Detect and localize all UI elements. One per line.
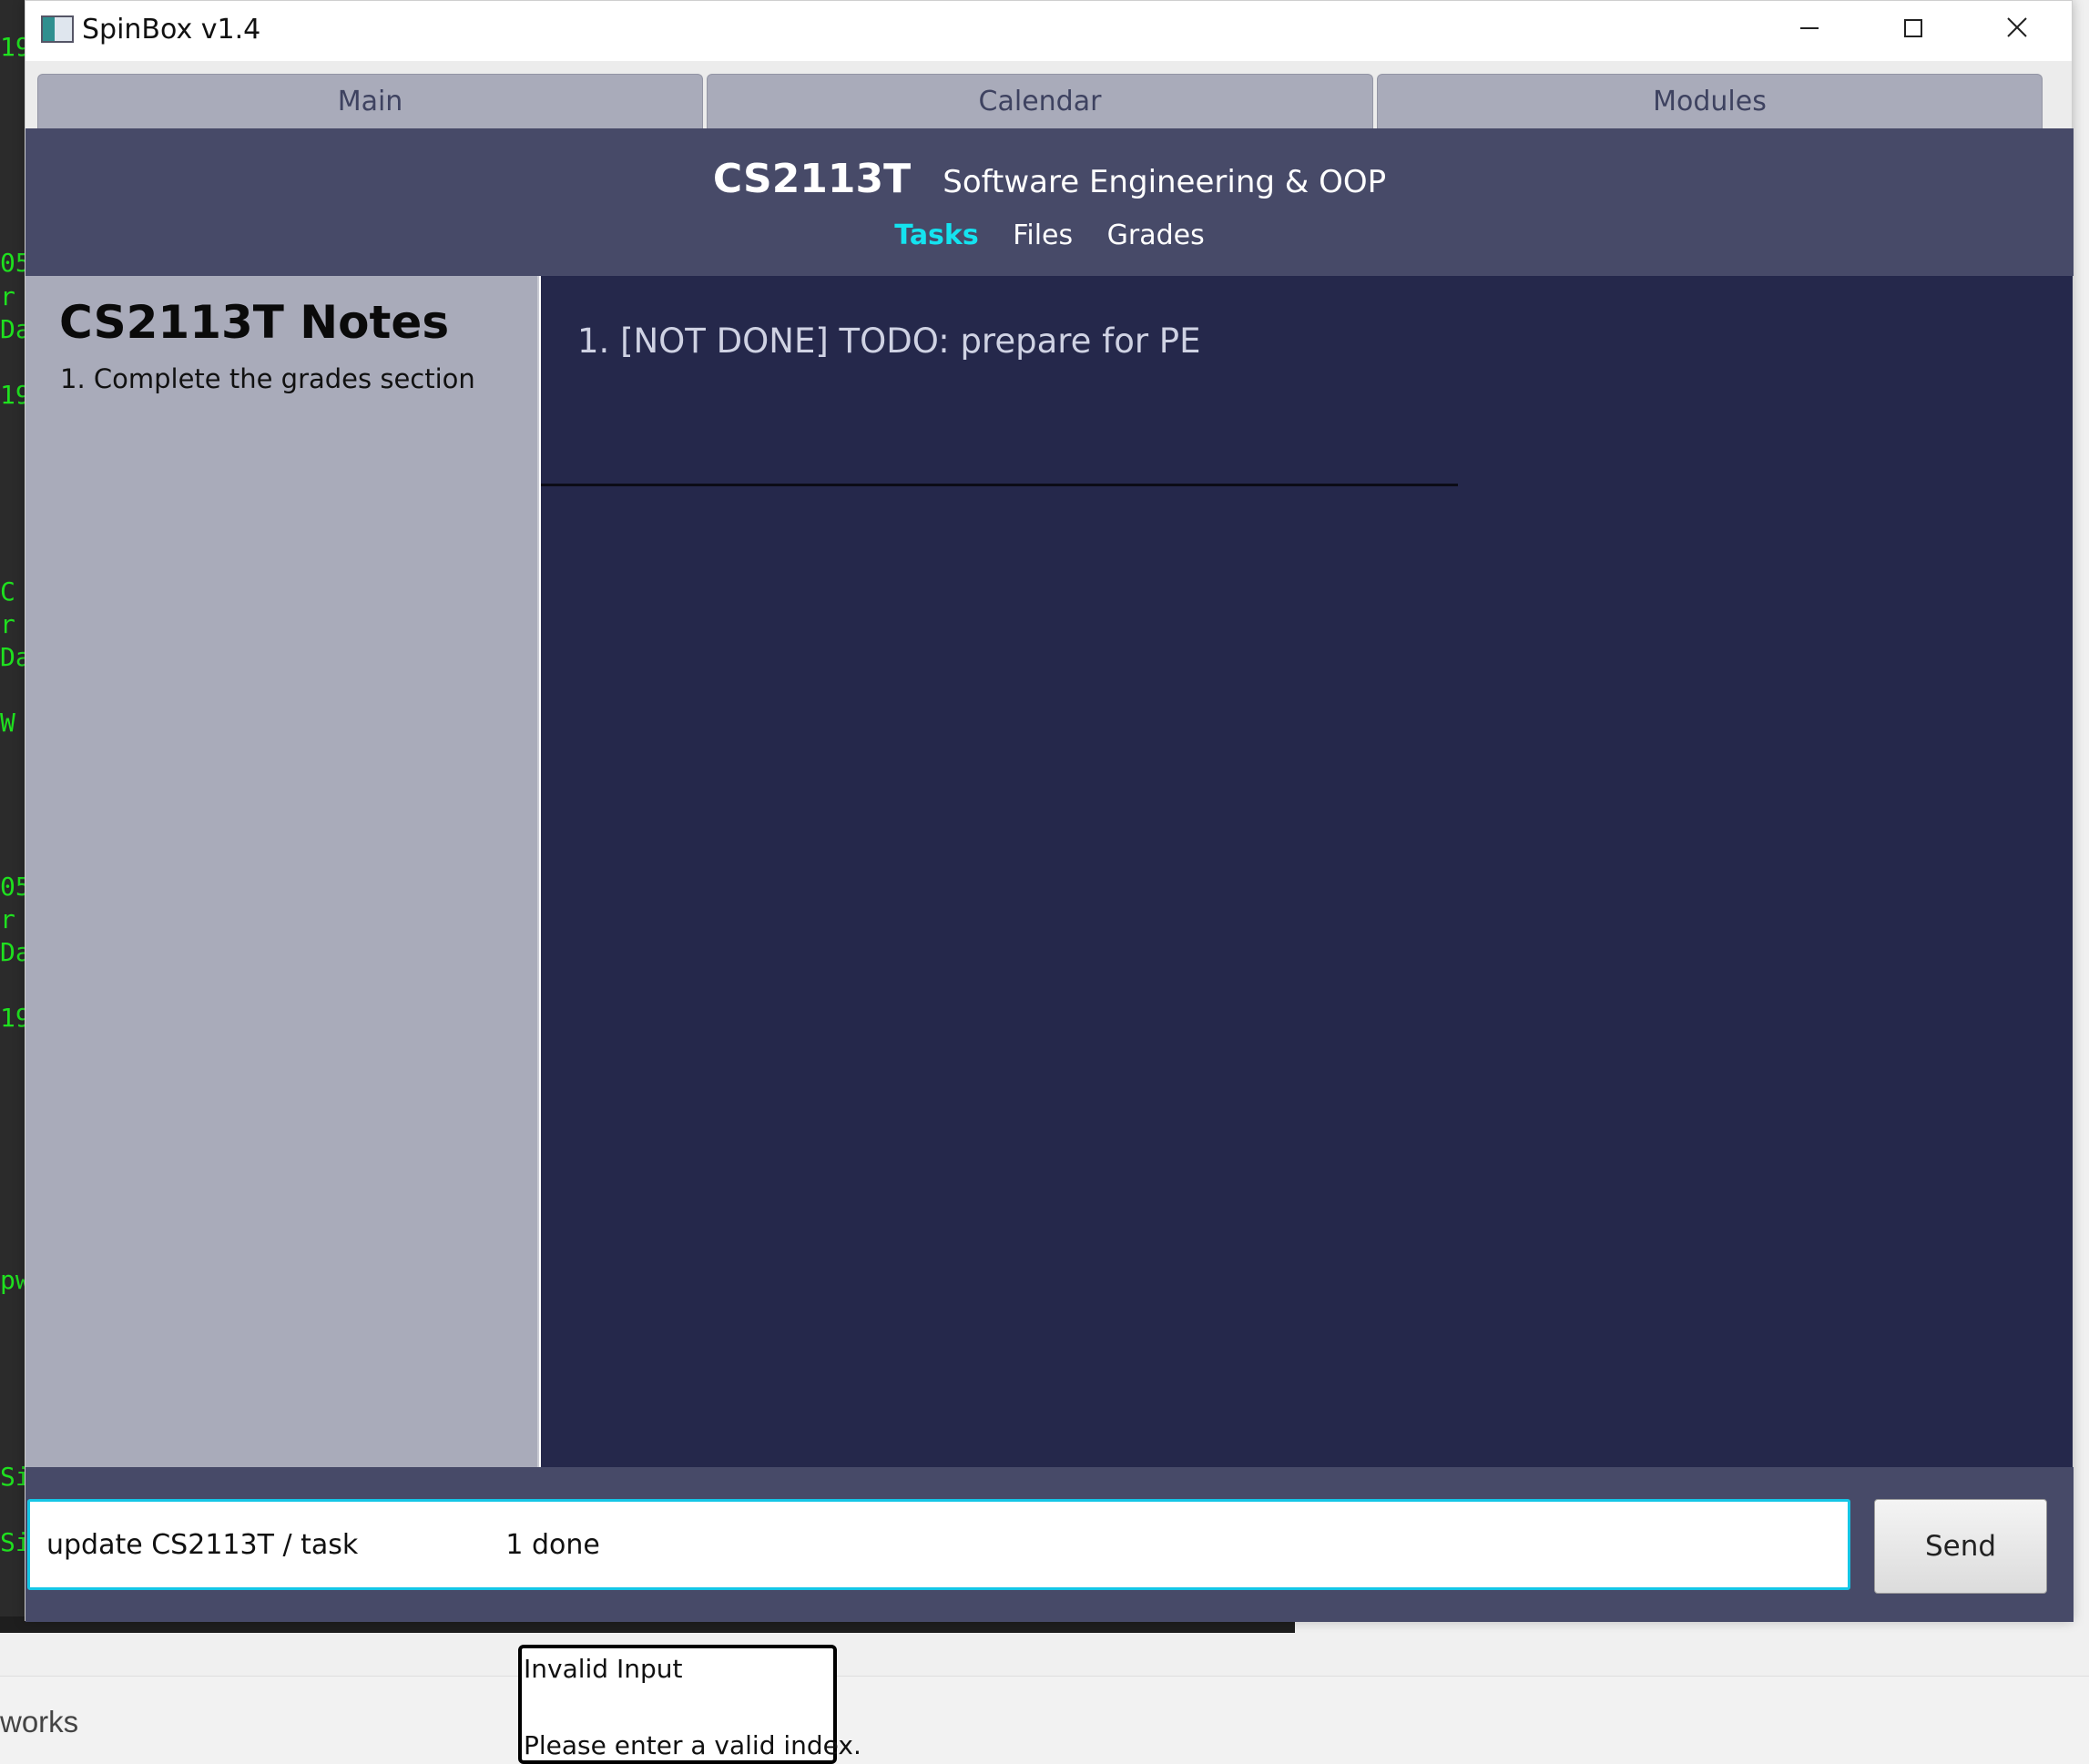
app-window: SpinBox v1.4 Main Calendar Modules CS211… bbox=[25, 0, 2074, 1622]
terminal-line: W bbox=[0, 708, 15, 738]
send-button-label: Send bbox=[1924, 1530, 1997, 1563]
app-icon bbox=[41, 15, 74, 43]
module-header: CS2113T Software Engineering & OOP Tasks… bbox=[25, 128, 2074, 276]
taskbar-strip bbox=[0, 1676, 2089, 1764]
tasks-panel: 1. [NOT DONE] TODO: prepare for PE bbox=[541, 276, 2073, 1467]
popup-message: Please enter a valid index. bbox=[524, 1730, 861, 1760]
minimize-icon bbox=[1799, 14, 1819, 46]
window-title: SpinBox v1.4 bbox=[82, 14, 261, 46]
close-button[interactable] bbox=[1965, 1, 2069, 57]
tab-label: Calendar bbox=[978, 86, 1102, 117]
subtab-tasks[interactable]: Tasks bbox=[894, 219, 979, 251]
subtab-files[interactable]: Files bbox=[1013, 219, 1073, 251]
module-code: CS2113T bbox=[712, 156, 912, 202]
note-item: 1. Complete the grades section bbox=[60, 363, 475, 394]
terminal-line: r bbox=[0, 281, 15, 311]
maximize-button[interactable] bbox=[1861, 1, 1965, 57]
command-input[interactable] bbox=[27, 1499, 1850, 1590]
send-button[interactable]: Send bbox=[1874, 1499, 2047, 1594]
invalid-input-popup: Invalid Input Please enter a valid index… bbox=[518, 1645, 861, 1764]
notes-panel: CS2113T Notes 1. Complete the grades sec… bbox=[25, 276, 539, 1467]
popup-title: Invalid Input bbox=[524, 1654, 683, 1684]
task-divider bbox=[541, 484, 1458, 486]
tab-label: Modules bbox=[1653, 86, 1767, 117]
taskbar-label[interactable]: works bbox=[0, 1705, 78, 1739]
minimize-button[interactable] bbox=[1758, 1, 1861, 57]
title-bar[interactable]: SpinBox v1.4 bbox=[25, 1, 2072, 61]
tab-modules[interactable]: Modules bbox=[1377, 74, 2043, 128]
terminal-line: C bbox=[0, 576, 15, 607]
module-title-row: CS2113T Software Engineering & OOP bbox=[25, 156, 2074, 202]
command-bar: Send bbox=[25, 1467, 2074, 1622]
maximize-icon bbox=[1903, 14, 1923, 46]
tab-main[interactable]: Main bbox=[37, 74, 703, 128]
terminal-line: r bbox=[0, 609, 15, 639]
notes-title: CS2113T Notes bbox=[59, 296, 450, 349]
close-icon bbox=[2006, 14, 2028, 46]
main-tab-bar: Main Calendar Modules bbox=[25, 61, 2072, 128]
terminal-line: r bbox=[0, 904, 15, 934]
task-item[interactable]: 1. [NOT DONE] TODO: prepare for PE bbox=[577, 321, 1201, 361]
tab-label: Main bbox=[337, 86, 403, 117]
tab-calendar[interactable]: Calendar bbox=[707, 74, 1373, 128]
module-name: Software Engineering & OOP bbox=[943, 164, 1387, 200]
module-subtabs: Tasks Files Grades bbox=[25, 219, 2074, 251]
subtab-grades[interactable]: Grades bbox=[1107, 219, 1205, 251]
